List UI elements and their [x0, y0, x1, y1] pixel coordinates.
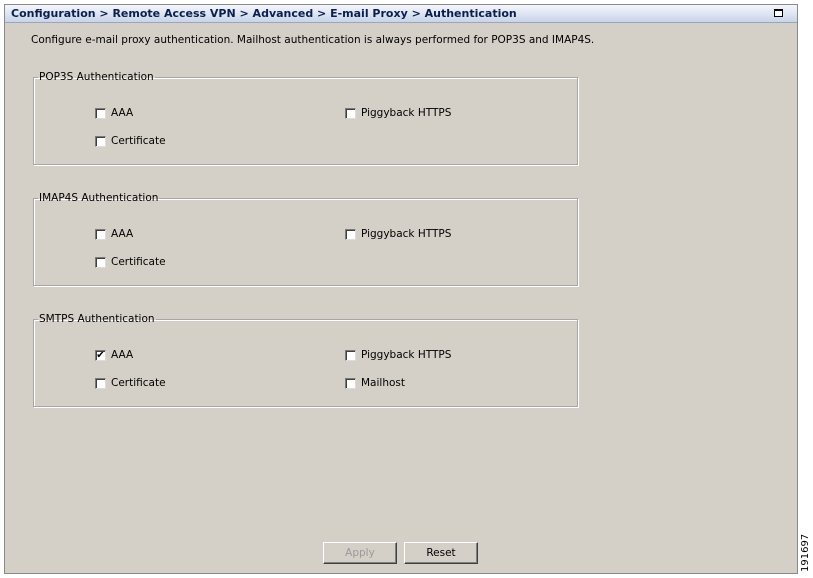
pop3s-authentication-group: POP3S Authentication AAA Piggyback HTTPS…: [33, 71, 578, 165]
checkbox-label: Mailhost: [361, 377, 405, 389]
smtps-piggyback-https-checkbox[interactable]: Piggyback HTTPS: [345, 349, 451, 361]
title-bar: Configuration > Remote Access VPN > Adva…: [5, 5, 797, 23]
smtps-mailhost-checkbox[interactable]: Mailhost: [345, 377, 405, 389]
checkbox-box[interactable]: [345, 349, 356, 361]
pop3s-group-legend: POP3S Authentication: [39, 71, 154, 83]
pop3s-aaa-checkbox[interactable]: AAA: [95, 107, 133, 119]
checkbox-label: Piggyback HTTPS: [361, 228, 452, 240]
checkbox-box[interactable]: [95, 107, 106, 119]
checkbox-box[interactable]: [95, 256, 106, 268]
pop3s-piggyback-https-checkbox[interactable]: Piggyback HTTPS: [345, 107, 451, 119]
imap4s-aaa-checkbox[interactable]: AAA: [95, 228, 133, 240]
checkmark-icon: ✔: [96, 349, 105, 361]
imap4s-piggyback-https-checkbox[interactable]: Piggyback HTTPS: [345, 228, 451, 240]
checkbox-box[interactable]: [345, 377, 356, 389]
smtps-certificate-checkbox[interactable]: Certificate: [95, 377, 166, 389]
maximize-icon[interactable]: [774, 9, 783, 17]
figure-id-label: 191697: [800, 533, 811, 572]
checkbox-label: AAA: [111, 107, 134, 119]
pop3s-certificate-checkbox[interactable]: Certificate: [95, 135, 166, 147]
checkbox-box[interactable]: [95, 377, 106, 389]
imap4s-group-legend: IMAP4S Authentication: [39, 192, 159, 204]
checkbox-box[interactable]: [95, 228, 106, 240]
checkbox-label: Certificate: [111, 377, 166, 389]
smtps-group-legend: SMTPS Authentication: [39, 313, 155, 325]
smtps-authentication-group: SMTPS Authentication ✔ AAA Piggyback HTT…: [33, 313, 578, 407]
imap4s-authentication-group: IMAP4S Authentication AAA Piggyback HTTP…: [33, 192, 578, 286]
checkbox-box[interactable]: [345, 107, 356, 119]
checkbox-label: Piggyback HTTPS: [361, 349, 452, 361]
checkbox-box[interactable]: [95, 135, 106, 147]
apply-button[interactable]: Apply: [323, 542, 397, 564]
breadcrumb-title: Configuration > Remote Access VPN > Adva…: [11, 7, 517, 20]
imap4s-certificate-checkbox[interactable]: Certificate: [95, 256, 166, 268]
description-text: Configure e-mail proxy authentication. M…: [31, 34, 595, 46]
smtps-aaa-checkbox[interactable]: ✔ AAA: [95, 349, 133, 361]
checkbox-label: Piggyback HTTPS: [361, 107, 452, 119]
checkbox-box[interactable]: [345, 228, 356, 240]
checkbox-label: AAA: [111, 349, 134, 361]
checkbox-label: AAA: [111, 228, 134, 240]
reset-button[interactable]: Reset: [404, 542, 478, 564]
email-proxy-authentication-window: Configuration > Remote Access VPN > Adva…: [4, 4, 798, 574]
checkbox-box[interactable]: ✔: [95, 349, 106, 361]
checkbox-label: Certificate: [111, 135, 166, 147]
checkbox-label: Certificate: [111, 256, 166, 268]
